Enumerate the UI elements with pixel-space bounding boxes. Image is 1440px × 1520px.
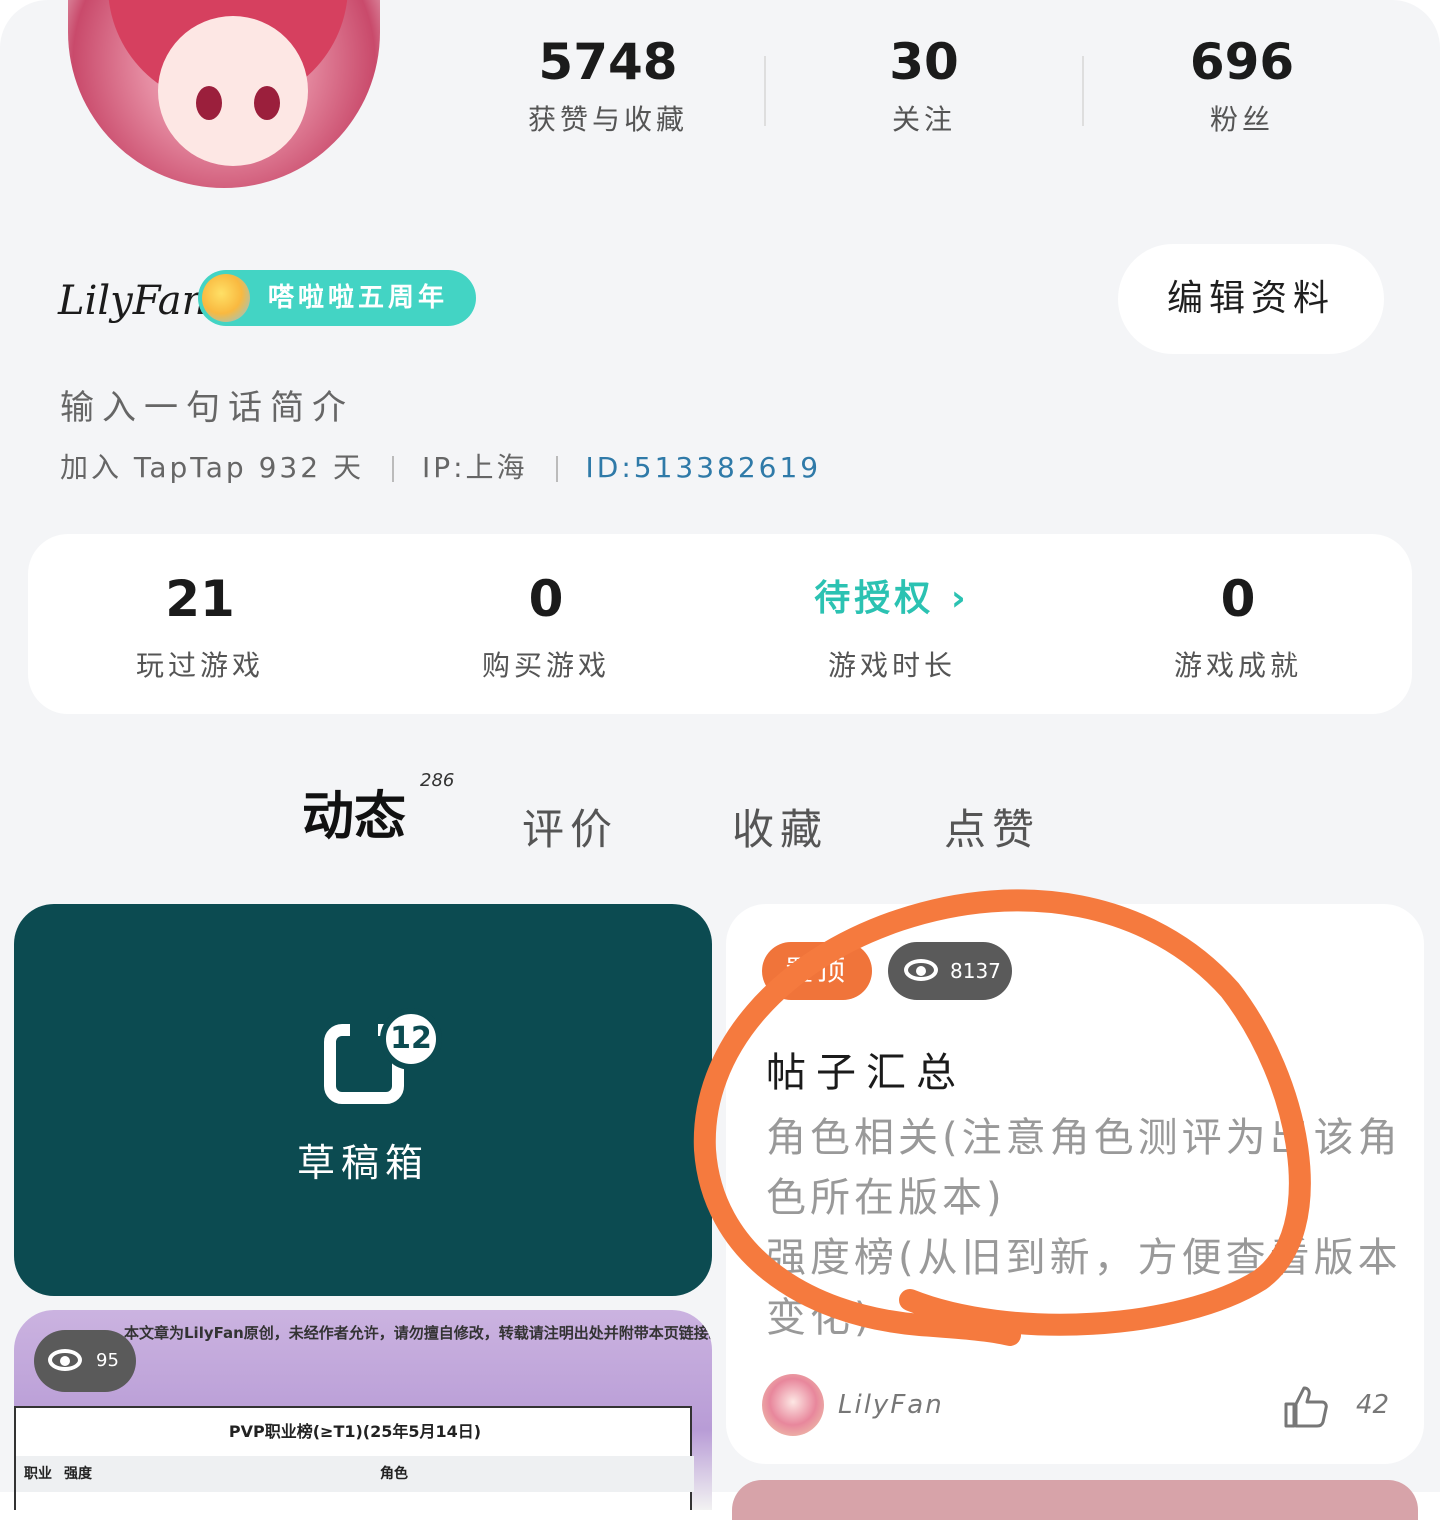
tab-reviews[interactable]: 评价 <box>522 796 618 857</box>
badge-label: 嗒啦啦五周年 <box>268 283 449 313</box>
stat-value: 696 <box>1189 33 1295 91</box>
played-games[interactable]: 21 玩过游戏 <box>60 570 340 684</box>
stat-likes-favorites[interactable]: 5748 获赞与收藏 <box>488 32 728 138</box>
game-achievements[interactable]: 0 游戏成就 <box>1098 570 1378 684</box>
tab-likes[interactable]: 点赞 <box>944 796 1040 857</box>
table-title: PVP职业榜(≥T1)(25年5月14日) <box>228 1422 482 1441</box>
next-post-card[interactable] <box>732 1480 1418 1520</box>
authorize-link[interactable]: 待授权 <box>814 578 934 619</box>
stat-value: 5748 <box>538 33 678 91</box>
tab-favorites[interactable]: 收藏 <box>732 796 828 857</box>
stat-label: 获赞与收藏 <box>527 103 688 136</box>
content-tabs: 动态 286 评价 收藏 点赞 <box>0 770 1440 860</box>
stat-value: 0 <box>1220 570 1256 628</box>
username: LilyFan <box>58 278 208 324</box>
copyright-notice: 本文章为LilyFan原创，未经作者允许，请勿擅自修改，转载请注明出处并附带本页… <box>124 1324 712 1342</box>
stat-value: 21 <box>165 570 235 628</box>
game-stats-card: 21 玩过游戏 0 购买游戏 待授权 › 游戏时长 0 游戏成就 <box>28 534 1412 714</box>
stat-value: 30 <box>889 33 959 91</box>
thumbs-up-icon[interactable] <box>1282 1384 1328 1428</box>
divider <box>764 56 766 126</box>
anniversary-badge[interactable]: 嗒啦啦五周年 <box>198 270 476 326</box>
stat-followers[interactable]: 696 粉丝 <box>1122 32 1362 138</box>
table-header: 职业 强度 角色 <box>16 1456 694 1492</box>
tier-table-image: PVP职业榜(≥T1)(25年5月14日) 职业 强度 角色 <box>14 1406 694 1510</box>
ip-location: IP:上海 <box>421 451 528 484</box>
profile-meta: 加入 TapTap 932 天 IP:上海 ID:513382619 <box>60 446 821 486</box>
chevron-right-icon: › <box>950 578 970 619</box>
eye-icon <box>48 1349 82 1371</box>
user-id[interactable]: ID:513382619 <box>586 451 822 484</box>
tab-count: 286 <box>420 770 455 791</box>
image-post-card[interactable]: 本文章为LilyFan原创，未经作者允许，请勿擅自修改，转载请注明出处并附带本页… <box>14 1310 712 1510</box>
edit-profile-button[interactable]: 编辑资料 <box>1118 244 1384 354</box>
view-count-pill: 8137 <box>888 942 1012 1000</box>
stat-label: 游戏成就 <box>1173 649 1302 682</box>
bio-text[interactable]: 输入一句话简介 <box>60 380 354 429</box>
stat-label: 粉丝 <box>1209 103 1274 136</box>
divider <box>555 456 558 482</box>
view-count: 95 <box>96 1350 119 1371</box>
author-avatar[interactable] <box>762 1374 824 1436</box>
tab-posts[interactable]: 动态 286 <box>302 770 454 849</box>
view-count: 8137 <box>950 959 1001 983</box>
post-title: 帖子汇总 <box>766 1050 966 1096</box>
play-time[interactable]: 待授权 › 游戏时长 <box>752 570 1032 684</box>
stat-value: 0 <box>528 570 564 628</box>
like-count: 42 <box>1356 1390 1390 1420</box>
stat-label: 游戏时长 <box>827 649 956 682</box>
pinned-post-card[interactable]: 置顶 8137 帖子汇总 角色相关(注意角色测评为出该角色所在版本) 强度榜(从… <box>726 904 1424 1464</box>
badge-character-icon <box>202 274 250 322</box>
author-name[interactable]: LilyFan <box>838 1390 944 1420</box>
drafts-label: 草稿箱 <box>296 1141 429 1185</box>
purchased-games[interactable]: 0 购买游戏 <box>406 570 686 684</box>
stat-label: 购买游戏 <box>481 649 610 682</box>
joined-days: 加入 TapTap 932 天 <box>60 451 364 484</box>
eye-icon <box>904 959 938 981</box>
column-header: 角色 <box>380 1466 408 1482</box>
view-count-pill: 95 <box>34 1330 136 1392</box>
column-header: 职业 <box>24 1466 52 1482</box>
column-header: 强度 <box>64 1466 92 1482</box>
drafts-card[interactable]: 12 草稿箱 <box>14 904 712 1296</box>
drafts-count-badge: 12 <box>380 1008 442 1070</box>
divider <box>391 456 394 482</box>
post-excerpt: 角色相关(注意角色测评为出该角色所在版本) 强度榜(从旧到新，方便查看版本变化) <box>766 1115 1402 1341</box>
tab-label: 动态 <box>302 787 407 847</box>
stat-following[interactable]: 30 关注 <box>804 32 1044 138</box>
divider <box>1082 56 1084 126</box>
stat-label: 玩过游戏 <box>135 649 264 682</box>
pinned-tag: 置顶 <box>762 942 872 1000</box>
stat-label: 关注 <box>891 103 956 136</box>
